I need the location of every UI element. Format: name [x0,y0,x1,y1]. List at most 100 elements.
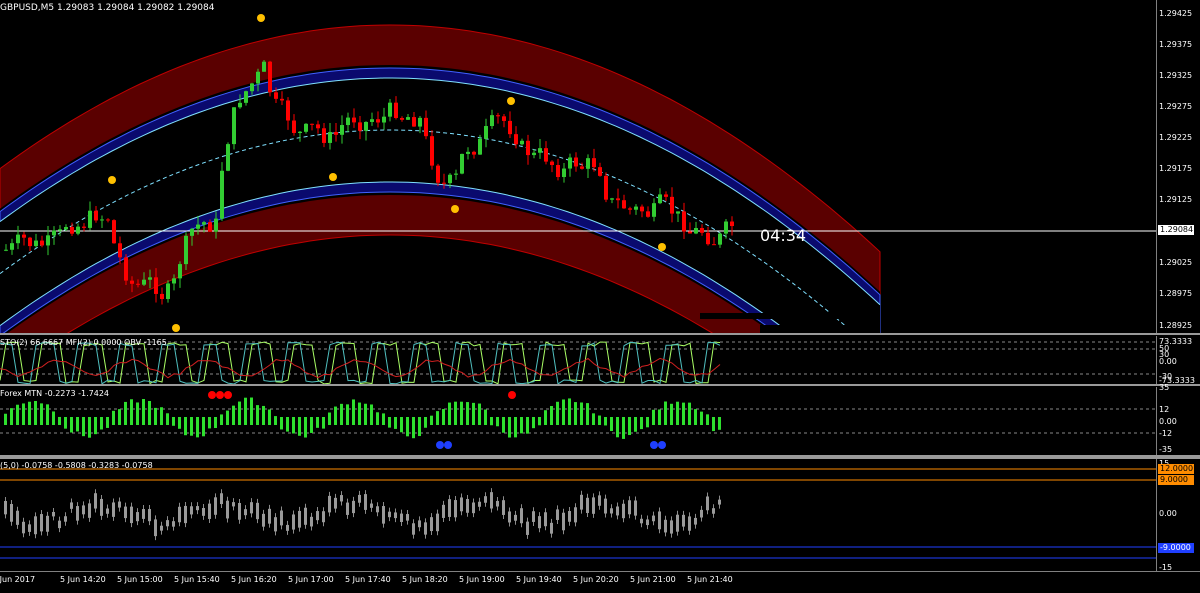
stochastic-pane[interactable]: STO(2) 66.6667 MFI(2) 0.0000 OBV -1165 [0,336,1156,384]
candle-body [430,136,434,166]
price-chart-pane[interactable]: GBPUSD,M5 1.29083 1.29084 1.29082 1.2908… [0,0,1156,333]
stochastic-header: STO(2) 66.6667 MFI(2) 0.0000 OBV -1165 [0,338,167,347]
candle-body [304,123,308,132]
mtn-histogram-bar [70,417,73,433]
candle-body [220,170,224,219]
mtn-histogram-bar [394,417,397,429]
candle-body [16,234,20,244]
candle-body [184,235,188,265]
candle-body [532,152,536,156]
forex-mtn-pane[interactable]: Forex MTN -0.2273 -1.7424 [0,387,1156,455]
forex-mtn-axis-label: -35 [1159,445,1173,454]
candle-body [280,98,284,101]
oscillator-candle [646,519,649,526]
candle-body [544,148,548,162]
mtn-histogram-bar [82,417,85,437]
time-axis-label: 5 Jun 17:40 [345,575,391,584]
mtn-histogram-bar [490,417,493,426]
candle-body [406,117,410,120]
mtn-histogram-bar [106,417,109,428]
oscillator-candle [700,509,703,518]
mtn-histogram-bar [148,400,151,425]
mtn-histogram-bar [238,401,241,425]
oscillator-candle [106,508,109,514]
mtn-histogram-bar [214,417,217,429]
oscillator-candle [634,500,637,516]
oscillator-candle [718,499,721,505]
candle-body [490,115,494,127]
candle-body [508,120,512,135]
mtn-histogram-bar [178,417,181,429]
mtn-histogram-bar [274,416,277,425]
mtn-histogram-bar [154,407,157,425]
candle-body [292,120,296,133]
mtn-histogram-bar [370,404,373,425]
heikin-oscillator-pane[interactable]: (5,0) -0.0758 -0.5808 -0.3283 -0.0758 [0,459,1156,571]
candle-body [520,140,524,145]
heikin-oscillator-canvas [0,468,1156,559]
candle-body [382,116,386,123]
mtn-histogram-bar [118,409,121,425]
oscillator-candle [124,506,127,519]
price-axis-label: 1.28925 [1159,321,1193,330]
candle-body [124,257,128,281]
fractal-dot [451,205,459,213]
mtn-histogram-bar [700,411,703,425]
mtn-histogram-bar [586,403,589,425]
oscillator-candle [568,511,571,522]
oscillator-candle [148,509,151,522]
oscillator-candle [466,498,469,513]
stochastic-axis-label: 0.00 [1159,357,1177,366]
oscillator-candle [388,511,391,518]
mtn-histogram-bar [124,401,127,425]
price-chart-canvas[interactable] [0,0,1156,333]
candle-body [682,211,686,232]
candle-body [28,237,32,247]
price-axis[interactable]: 1.29425 1.29375 1.29325 1.29275 1.29225 1.291… [1156,0,1200,333]
forex-mtn-axis-label: -12 [1159,429,1173,438]
oscillator-candle [508,511,511,523]
pane-separator-2[interactable] [0,384,1200,386]
forex-mtn-axis-label: 0.00 [1159,417,1177,426]
pane-separator-1[interactable] [0,333,1200,335]
oscillator-candle [430,517,433,532]
mtn-histogram-bar [136,402,139,425]
time-axis-label: 5 Jun 19:40 [516,575,562,584]
mtn-histogram-bar [664,401,667,425]
mtn-histogram-bar [406,417,409,437]
mtn-histogram-bar [76,417,79,432]
candle-body [370,119,374,122]
forex-mtn-axis-label: 12 [1159,405,1170,414]
oscillator-candle [346,502,349,515]
mtn-histogram-bar [34,400,37,425]
oscillator-candle [658,511,661,530]
oscillator-candle [502,500,505,515]
oscillator-candle [616,506,619,516]
oscillator-candle [28,524,31,532]
candle-body [82,226,86,228]
candle-body [250,83,254,92]
fractal-dot [658,243,666,251]
mtn-histogram-bar [424,417,427,428]
mtn-histogram-bar [172,417,175,426]
oscillator-candle [352,500,355,514]
oscillator-candle [304,507,307,525]
mtn-histogram-bar [286,417,289,432]
oscillator-candle [688,516,691,531]
forex-mtn-canvas [0,391,1156,449]
candle-body [142,279,146,285]
mtn-signal-dot [658,441,666,449]
oscillator-header: (5,0) -0.0758 -0.5808 -0.3283 -0.0758 [0,461,153,470]
time-axis-label: 5 Jun 21:40 [687,575,733,584]
oscillator-candle [382,506,385,524]
candle-body [616,198,620,201]
mtn-histogram-bar [310,417,313,433]
oscillator-candle [460,497,463,512]
mask-bar [700,313,860,319]
time-axis-label: 5 Jun 16:20 [231,575,277,584]
fractal-dot [507,97,515,105]
time-axis[interactable]: 5 Jun 2017 5 Jun 14:20 5 Jun 15:00 5 Jun 15… [0,571,1200,593]
oscillator-candle [244,509,247,516]
candle-body [274,92,278,99]
candle-body [322,128,326,143]
